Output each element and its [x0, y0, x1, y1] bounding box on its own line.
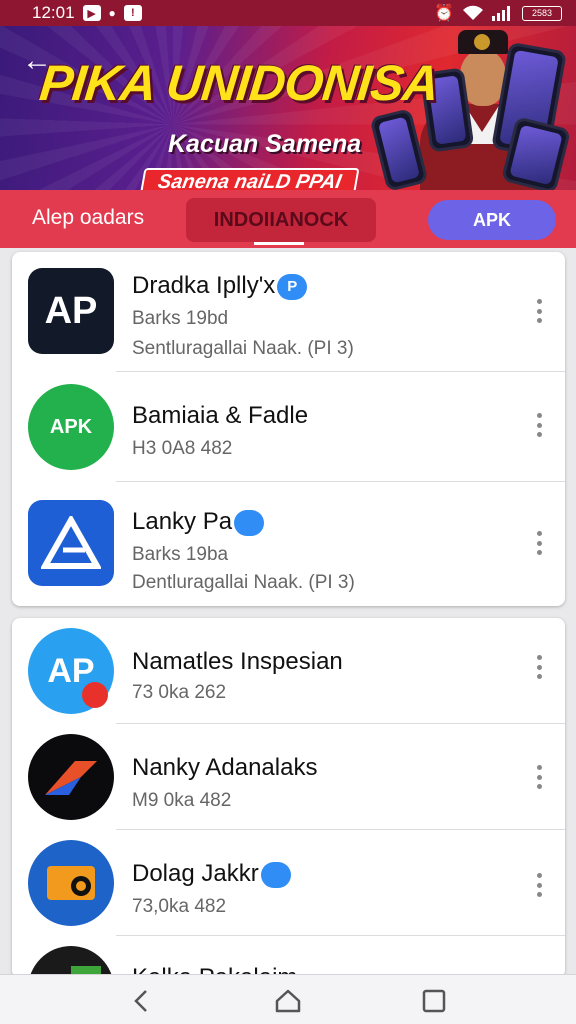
- promo-banner[interactable]: ← PIKA UNIDONISA Kaсuan Samena Sanena na…: [0, 26, 576, 190]
- tab-alep-oadars[interactable]: Alep oadars: [32, 206, 144, 230]
- list-item[interactable]: AP Dradka Iplly'x P Barks 19bd Sentluraga…: [12, 252, 565, 372]
- app-list-card: AP Dradka Iplly'x P Barks 19bd Sentluraga…: [12, 252, 565, 606]
- list-item[interactable]: APK Bamiaia & Fadle H3 0A8 482: [12, 372, 565, 482]
- list-item[interactable]: Kalka Pakalaim: [12, 936, 565, 978]
- apk-button[interactable]: APK: [428, 200, 556, 240]
- app-icon: APK: [28, 384, 114, 470]
- more-options-icon[interactable]: [529, 410, 549, 440]
- app-name: Dolag Jakkr: [132, 860, 259, 887]
- app-icon: [28, 734, 114, 820]
- home-icon[interactable]: [274, 987, 302, 1015]
- status-bar: 12:01 ▶ ● ! ⏰ 2583: [0, 0, 576, 26]
- app-icon: [28, 840, 114, 926]
- battery-icon: 2583: [522, 5, 562, 21]
- list-item[interactable]: Dolag Jakkr 73,0ka 482: [12, 830, 565, 936]
- app-name: Bamiaia & Fadle: [132, 402, 309, 429]
- app-list-card: AP Namatles Inspesian 73 0ka 262 Nanky A…: [12, 618, 565, 978]
- app-name: Dradka Iplly'x: [132, 272, 276, 299]
- app-icon: [28, 500, 114, 586]
- app-meta: H3 0A8 482: [132, 438, 233, 459]
- status-time: 12:01: [32, 3, 75, 22]
- more-options-icon[interactable]: [529, 296, 549, 326]
- tab-indoiianock[interactable]: INDOIIANOCK: [186, 198, 376, 242]
- app-name: Namatles Inspesian: [132, 648, 343, 675]
- banner-title: PIKA UNIDONISA: [37, 55, 442, 111]
- app-map-icon: [47, 866, 95, 900]
- alert-notification-icon: !: [123, 5, 142, 21]
- wifi-icon: [462, 5, 484, 21]
- app-icon-dot: [82, 682, 108, 708]
- list-item[interactable]: Lanky Pa Barks 19ba Dentluragallai Naak.…: [12, 482, 565, 606]
- app-icon: AP: [28, 268, 114, 354]
- navigation-bar: [0, 974, 576, 1024]
- more-options-icon[interactable]: [529, 762, 549, 792]
- app-meta: Barks 19bd: [132, 308, 229, 329]
- app-meta: Barks 19ba: [132, 544, 229, 565]
- recent-apps-icon[interactable]: [420, 987, 448, 1015]
- app-name: Lanky Pa: [132, 508, 233, 535]
- list-item[interactable]: AP Namatles Inspesian 73 0ka 262: [12, 618, 565, 724]
- app-icon: AP: [28, 628, 114, 714]
- signal-icon: [492, 5, 514, 21]
- app-triangle-icon: [41, 516, 101, 569]
- app-meta: 73 0ka 262: [132, 682, 227, 703]
- app-description: Sentluragallai Naak. (PI 3): [132, 338, 354, 359]
- banner-subtitle: Kaсuan Samena: [168, 130, 362, 158]
- app-description: Dentluragallai Naak. (PI 3): [132, 572, 355, 593]
- app-name: Nanky Adanalaks: [132, 754, 318, 781]
- more-options-icon[interactable]: [529, 528, 549, 558]
- more-options-icon[interactable]: [529, 652, 549, 682]
- more-options-icon[interactable]: [529, 870, 549, 900]
- banner-pill: Sanena naiLD PPAI: [139, 168, 360, 190]
- app-meta: M9 0ka 482: [132, 790, 232, 811]
- list-item[interactable]: Nanky Adanalaks M9 0ka 482: [12, 724, 565, 830]
- back-icon[interactable]: [128, 987, 156, 1015]
- youtube-notification-icon: ▶: [82, 5, 101, 21]
- notification-dot-icon: ●: [108, 6, 116, 20]
- verified-badge-icon: [234, 509, 265, 536]
- verified-badge-icon: P: [277, 273, 308, 300]
- alarm-icon: ⏰: [434, 5, 454, 22]
- app-arrow-icon: [45, 761, 97, 795]
- verified-badge-icon: [260, 861, 291, 888]
- active-tab-indicator: [254, 242, 304, 245]
- app-meta: 73,0ka 482: [132, 896, 227, 917]
